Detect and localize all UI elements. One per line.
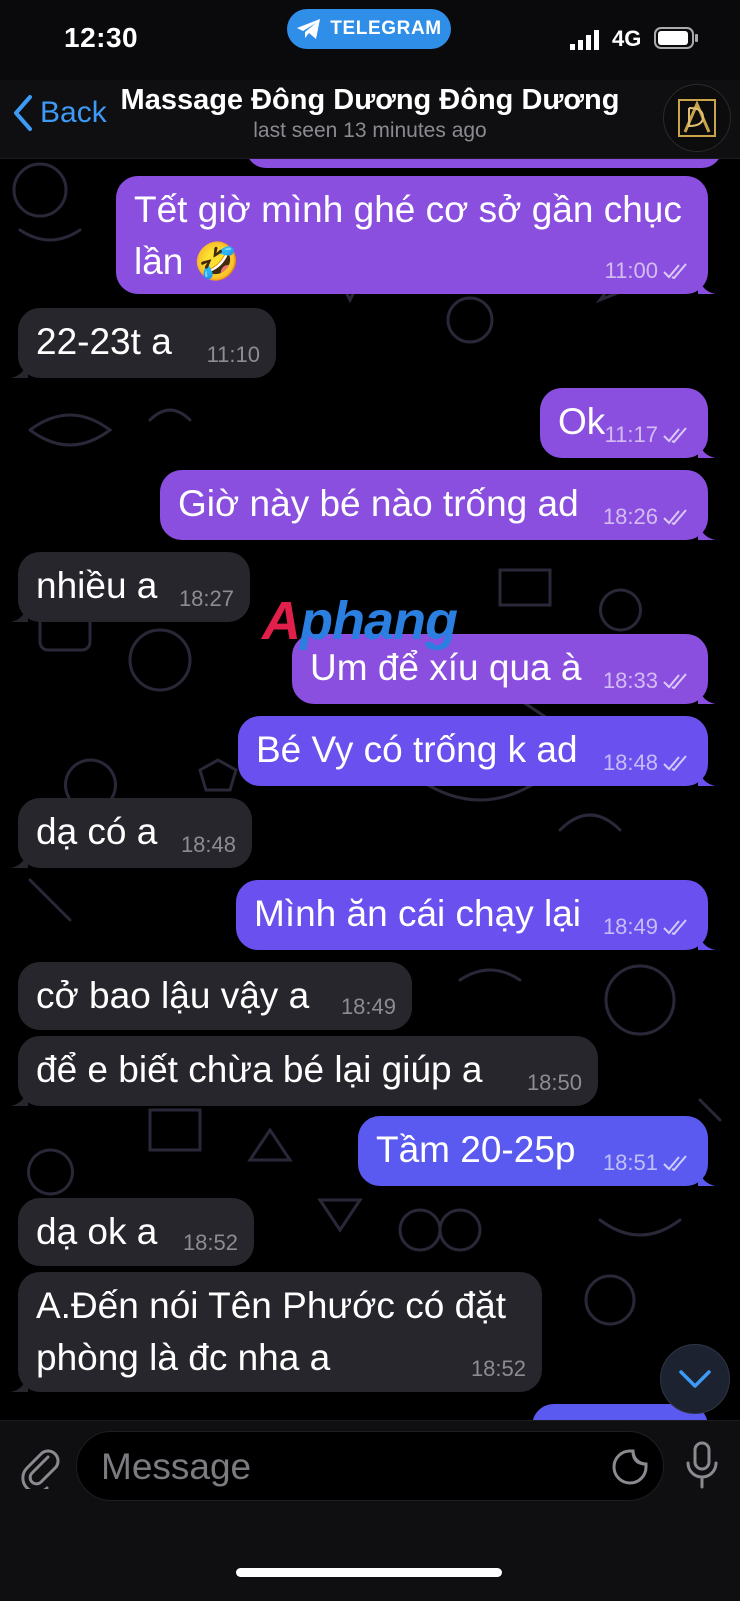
message-time: 18:50	[526, 1070, 582, 1095]
status-bar: 12:30 TELEGRAM 4G	[0, 0, 740, 80]
message-bubble-incoming[interactable]: dạ có a 18:48	[10, 798, 252, 868]
back-chevron-icon	[14, 95, 32, 131]
message-time: 18:33	[602, 668, 658, 693]
chat-header: Back Massage Đông Dương Đông Dương last …	[0, 80, 740, 159]
message-time: 18:49	[340, 994, 396, 1019]
double-check-icon	[663, 1155, 687, 1171]
message-bubble-outgoing[interactable]: Tầm 20-25p 18:51	[358, 1116, 716, 1186]
back-label: Back	[40, 96, 107, 129]
signal-icon	[570, 30, 599, 50]
message-time: 18:27	[178, 586, 234, 611]
message-text: A.Đến nói Tên Phước có đặt phòng là đc n…	[36, 1285, 506, 1378]
avatar[interactable]	[663, 84, 731, 152]
watermark-part-2: phang	[300, 591, 458, 651]
message-bubble-incoming[interactable]: để e biết chừa bé lại giúp a 18:50	[10, 1036, 598, 1106]
scroll-down-button[interactable]	[660, 1344, 730, 1414]
double-check-icon	[663, 263, 687, 279]
chat-title-area[interactable]: Massage Đông Dương Đông Dương last seen …	[110, 84, 630, 143]
message-bubble-incoming[interactable]: A.Đến nói Tên Phước có đặt phòng là đc n…	[10, 1272, 542, 1392]
message-field[interactable]	[76, 1431, 664, 1502]
chat-title: Massage Đông Dương Đông Dương	[120, 84, 620, 116]
status-time: 12:30	[64, 22, 139, 53]
message-text: để e biết chừa bé lại giúp a	[36, 1049, 483, 1090]
message-bubble-outgoing[interactable]: Mình ăn cái chạy lại 18:49	[236, 880, 716, 950]
double-check-icon	[663, 919, 687, 935]
home-indicator	[236, 1568, 502, 1577]
message-bubble-incoming[interactable]: cở bao lậu vậy a 18:49	[18, 962, 412, 1030]
message-input[interactable]	[99, 1432, 583, 1502]
message-bubble-outgoing[interactable]: Ok 11:17	[540, 388, 716, 458]
double-check-icon	[663, 509, 687, 525]
sticker-icon[interactable]	[611, 1448, 649, 1486]
double-check-icon	[663, 427, 687, 443]
message-time: 11:10	[206, 342, 260, 367]
scroll-down-icon	[679, 1370, 711, 1388]
message-bubble-partial	[246, 158, 722, 168]
double-check-icon	[663, 673, 687, 689]
message-bubble-incoming[interactable]: 22-23t a 11:10	[10, 308, 276, 378]
paperclip-icon[interactable]	[18, 1443, 62, 1489]
message-time: 11:00	[604, 258, 658, 283]
message-bubble-outgoing[interactable]: Giờ này bé nào trống ad 18:26	[160, 470, 716, 540]
message-time: 18:26	[602, 504, 658, 529]
message-time: 18:52	[182, 1230, 238, 1255]
message-time: 18:48	[602, 750, 658, 775]
message-time: 11:17	[604, 422, 658, 447]
message-bubble-incoming[interactable]: dạ ok a 18:52	[18, 1198, 254, 1266]
avatar-logo	[678, 99, 716, 137]
message-time: 18:52	[470, 1356, 526, 1381]
back-button[interactable]: Back	[12, 94, 107, 132]
microphone-icon[interactable]	[684, 1441, 720, 1489]
telegram-icon	[297, 19, 321, 39]
watermark-part-1: A	[262, 591, 301, 651]
message-time: 18:49	[602, 914, 658, 939]
message-time: 18:51	[602, 1150, 658, 1175]
message-bubble-incoming[interactable]: nhiều a 18:27	[10, 552, 250, 622]
chat-last-seen: last seen 13 minutes ago	[253, 119, 487, 142]
double-check-icon	[663, 755, 687, 771]
telegram-pill[interactable]: TELEGRAM	[287, 9, 451, 49]
telegram-pill-label: TELEGRAM	[330, 18, 442, 39]
battery-icon	[654, 27, 698, 49]
message-bubble-outgoing[interactable]: Bé Vy có trống k ad 18:48	[238, 716, 716, 786]
message-bubble-outgoing[interactable]: Tết giờ mình ghé cơ sở gần chục lần 🤣 11…	[116, 176, 716, 294]
network-type: 4G	[612, 26, 642, 51]
message-list[interactable]: Tết giờ mình ghé cơ sở gần chục lần 🤣 11…	[0, 158, 740, 1448]
watermark: Aphang	[262, 590, 458, 652]
message-time: 18:48	[180, 832, 236, 857]
